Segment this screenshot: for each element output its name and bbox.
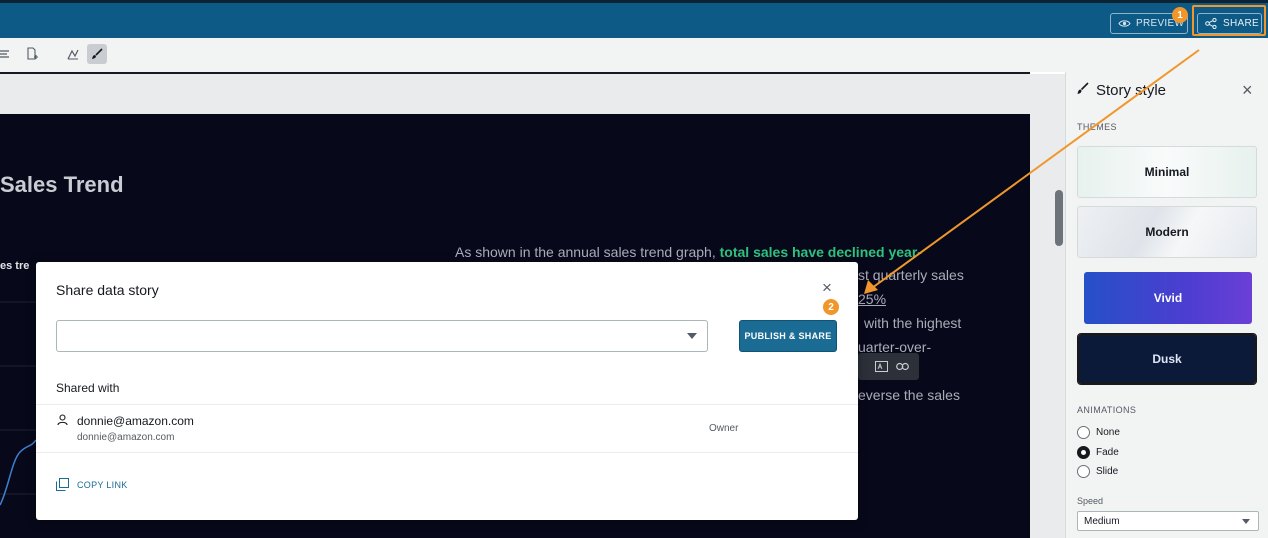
speed-label: Speed bbox=[1077, 496, 1104, 506]
publish-share-button[interactable]: PUBLISH & SHARE bbox=[739, 320, 837, 352]
share-dialog: Share data story × PUBLISH & SHARE Share… bbox=[36, 262, 858, 520]
close-icon[interactable]: × bbox=[1242, 80, 1253, 101]
animations-label: ANIMATIONS bbox=[1077, 405, 1137, 415]
add-block-icon bbox=[27, 47, 38, 60]
radio-slide[interactable] bbox=[1077, 465, 1090, 478]
chart-label: es tre bbox=[0, 260, 30, 272]
step-badge-two: 2 bbox=[823, 299, 839, 315]
brush-icon bbox=[92, 48, 103, 59]
step-badge-one: 1 bbox=[1172, 7, 1188, 23]
speed-value: Medium bbox=[1084, 515, 1120, 527]
radio-label: Fade bbox=[1096, 447, 1119, 458]
body-text-prefix: As shown in the annual sales trend graph… bbox=[455, 244, 720, 260]
chart-style-tool[interactable] bbox=[63, 44, 83, 64]
chevron-down-icon bbox=[1242, 518, 1250, 524]
text-format-popup bbox=[858, 353, 919, 380]
divider bbox=[36, 404, 858, 405]
brush-tool[interactable] bbox=[87, 44, 107, 64]
radio-none[interactable] bbox=[1077, 426, 1090, 439]
recipient-select[interactable] bbox=[56, 320, 708, 352]
copy-link-button[interactable]: COPY LINK bbox=[56, 478, 128, 491]
theme-label: Modern bbox=[1145, 225, 1189, 239]
animation-option-slide[interactable]: Slide bbox=[1077, 465, 1118, 478]
text-style-icon[interactable] bbox=[875, 361, 888, 372]
body-text-line-4: with the highest bbox=[864, 315, 962, 331]
animation-option-fade[interactable]: Fade bbox=[1077, 446, 1119, 459]
add-block-tool[interactable] bbox=[22, 44, 42, 64]
theme-dusk[interactable]: Dusk bbox=[1077, 333, 1257, 385]
story-style-panel: Story style × THEMES Minimal Modern Vivi… bbox=[1065, 72, 1268, 538]
chart-style-icon bbox=[67, 49, 79, 60]
chevron-down-icon bbox=[687, 333, 697, 339]
copy-icon bbox=[56, 478, 69, 491]
eye-icon bbox=[1118, 20, 1131, 27]
editor-toolbar bbox=[0, 38, 1268, 72]
theme-label: Dusk bbox=[1152, 352, 1182, 366]
user-name: donnie@amazon.com bbox=[77, 414, 194, 428]
chart-preview bbox=[0, 301, 36, 506]
brush-icon bbox=[1077, 82, 1089, 94]
slide-body-text[interactable]: As shown in the annual sales trend graph… bbox=[455, 240, 995, 264]
theme-label: Vivid bbox=[1153, 291, 1183, 305]
dialog-title: Share data story bbox=[56, 282, 159, 298]
top-bar: PREVIEW SHARE bbox=[0, 0, 1268, 38]
theme-modern[interactable]: Modern bbox=[1077, 206, 1257, 258]
themes-label: THEMES bbox=[1077, 122, 1117, 132]
body-text-line-3: 25% bbox=[858, 291, 887, 307]
align-icon bbox=[0, 50, 9, 58]
user-role: Owner bbox=[709, 423, 739, 434]
canvas-scrollbar[interactable] bbox=[1055, 190, 1063, 246]
user-email: donnie@amazon.com bbox=[77, 432, 175, 443]
slide-title[interactable]: Sales Trend bbox=[0, 172, 124, 198]
share-annotation-box bbox=[1192, 5, 1266, 36]
link-icon[interactable] bbox=[896, 362, 909, 371]
body-text-line-6: everse the sales bbox=[858, 387, 960, 403]
animation-option-none[interactable]: None bbox=[1077, 426, 1120, 439]
align-tool[interactable] bbox=[0, 44, 16, 64]
shared-with-heading: Shared with bbox=[56, 381, 120, 395]
body-text-line-2: st quarterly sales bbox=[858, 267, 964, 283]
user-icon bbox=[57, 414, 68, 426]
copy-link-label: COPY LINK bbox=[77, 479, 128, 490]
speed-select[interactable]: Medium bbox=[1077, 511, 1259, 531]
theme-label: Minimal bbox=[1144, 165, 1190, 179]
radio-fade[interactable] bbox=[1077, 446, 1090, 459]
theme-vivid[interactable]: Vivid bbox=[1084, 272, 1252, 324]
theme-minimal[interactable]: Minimal bbox=[1077, 146, 1257, 198]
radio-label: None bbox=[1096, 427, 1120, 438]
body-text-highlight: total sales have declined year- bbox=[719, 244, 922, 260]
close-icon[interactable]: × bbox=[822, 278, 832, 298]
panel-title: Story style bbox=[1096, 82, 1167, 99]
radio-label: Slide bbox=[1096, 466, 1119, 477]
divider bbox=[36, 452, 858, 453]
